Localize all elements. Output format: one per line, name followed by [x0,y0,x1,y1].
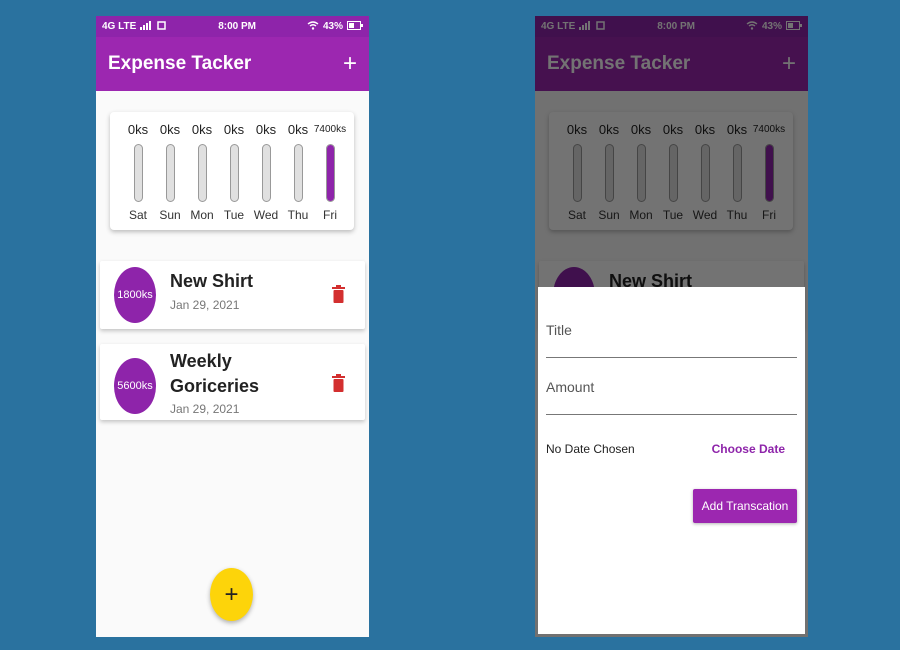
wifi-icon [307,20,319,33]
transaction-date: Jan 29, 2021 [170,298,240,312]
app-title: Expense Tacker [108,53,252,74]
network-label: 4G LTE [102,21,137,32]
battery-icon [346,20,363,33]
transaction-item: 1800ks New Shirt Jan 29, 2021 [100,261,365,329]
chart-bar-track [294,144,303,202]
amount-avatar: 5600ks [114,358,156,414]
phone-screen-form: 4G LTE 8:00 PM 43% Expense Tacker + 0ksS… [535,16,808,637]
battery-label: 43% [322,21,343,32]
chart-day-label: Mon [190,208,214,222]
chart-day-label: Fri [323,208,337,222]
new-transaction-sheet: Title Amount No Date Chosen Choose Date … [538,287,805,634]
status-time: 8:00 PM [218,21,257,32]
chart-bar-track [230,144,239,202]
chart-day-label: Tue [223,208,245,222]
chart-day-label: Thu [287,208,309,222]
chart-bar-amount-label: 7400ks [313,124,347,135]
chart-day-label: Sat [128,208,147,222]
chart-bar [327,145,334,201]
add-icon[interactable]: + [343,52,357,76]
date-status-text: No Date Chosen [546,442,635,456]
screenshot-icon [156,20,167,34]
phone-screen-main: 4G LTE 8:00 PM 43% Expense Tacker + 0ks S… [96,16,369,637]
add-transaction-fab[interactable]: + [210,568,253,621]
chart-day-label: Wed [253,208,279,222]
title-field-label: Title [546,322,572,338]
chart-day-label: Sun [159,208,181,222]
weekly-chart-card: 0ksSat0ksSun0ksMon0ksTue0ksWed0ksThu7400… [110,112,354,230]
signal-icon [140,20,152,33]
amount-input[interactable] [546,414,797,415]
transaction-item: 5600ks Weekly Goriceries Jan 29, 2021 [100,344,365,420]
chart-bar-column: 7400ks Fri [314,112,346,230]
choose-date-button[interactable]: Choose Date [712,442,785,456]
transaction-title: New Shirt [170,271,254,291]
chart-bar-track [166,144,175,202]
transaction-date: Jan 29, 2021 [170,402,240,416]
chart-bar-track [262,144,271,202]
amount-field-label: Amount [546,379,595,395]
delete-icon[interactable] [332,374,345,392]
add-transaction-button[interactable]: Add Transcation [693,489,797,523]
chart-bar-track [198,144,207,202]
amount-avatar: 1800ks [114,267,156,323]
chart-bar-track [134,144,143,202]
app-bar: Expense Tacker + [96,37,369,91]
status-bar: 4G LTE 8:00 PM 43% [96,16,369,37]
transaction-title: Weekly Goriceries [170,351,260,396]
delete-icon[interactable] [332,285,345,303]
chart-bar-track [326,144,335,202]
title-input[interactable] [546,357,797,358]
